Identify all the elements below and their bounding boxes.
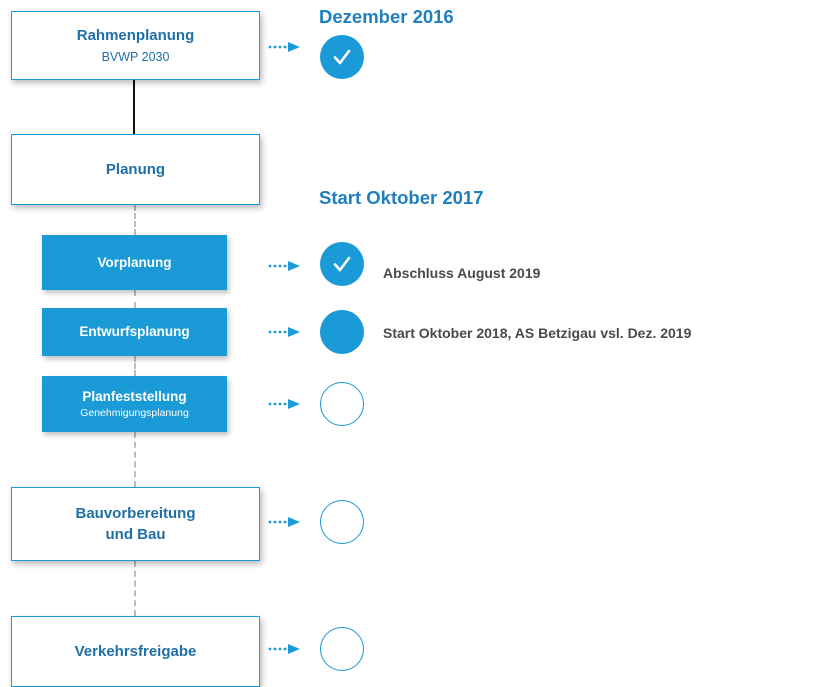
- connector-dashed: [134, 356, 136, 376]
- dotted-arrow-icon: [268, 644, 300, 654]
- dotted-arrow-icon: [268, 42, 300, 52]
- dotted-arrow-icon: [268, 327, 300, 337]
- note-entwurfsplanung: Start Oktober 2018, AS Betzigau vsl. Dez…: [383, 325, 692, 341]
- check-icon: [333, 49, 351, 65]
- note-vorplanung: Abschluss August 2019: [383, 265, 541, 281]
- stage-subtitle: BVWP 2030: [101, 50, 170, 64]
- connector-dashed: [134, 290, 136, 308]
- stage-bau: Bauvorbereitung und Bau: [11, 487, 260, 561]
- status-open-verkehrsfreigabe: [320, 627, 364, 671]
- status-open-planfeststellung: [320, 382, 364, 426]
- stage-planung: Planung: [11, 134, 260, 205]
- stage-entwurfsplanung: Entwurfsplanung: [42, 308, 227, 356]
- planning-process-diagram: Rahmenplanung BVWP 2030 Planung Vorplanu…: [0, 0, 827, 687]
- stage-title-line1: Bauvorbereitung: [75, 505, 196, 522]
- connector-dashed: [134, 561, 136, 616]
- stage-title: Vorplanung: [97, 254, 172, 270]
- date-start-oktober-2017: Start Oktober 2017: [319, 187, 484, 208]
- stage-rahmenplanung: Rahmenplanung BVWP 2030: [11, 11, 260, 80]
- status-in-progress-entwurfsplanung: [320, 310, 364, 354]
- connector-dashed: [134, 432, 136, 487]
- stage-title: Rahmenplanung: [76, 27, 195, 44]
- dotted-arrow-icon: [268, 517, 300, 527]
- stage-title: Planung: [105, 161, 166, 178]
- stage-verkehrsfreigabe: Verkehrsfreigabe: [11, 616, 260, 687]
- stage-title: Planfeststellung: [82, 389, 187, 404]
- dotted-arrow-icon: [268, 399, 300, 409]
- date-dezember-2016: Dezember 2016: [319, 6, 454, 27]
- stage-title-line2: und Bau: [105, 526, 166, 543]
- check-icon: [333, 256, 351, 272]
- dotted-arrow-icon: [268, 261, 300, 271]
- status-open-bau: [320, 500, 364, 544]
- stage-subtitle: Genehmigungsplanung: [80, 407, 189, 419]
- connector-solid: [133, 79, 135, 134]
- status-done-vorplanung: [320, 242, 364, 286]
- stage-title: Verkehrsfreigabe: [74, 643, 197, 660]
- status-done-rahmenplanung: [320, 35, 364, 79]
- stage-vorplanung: Vorplanung: [42, 235, 227, 290]
- connector-dashed: [134, 205, 136, 235]
- stage-planfeststellung: Planfeststellung Genehmigungsplanung: [42, 376, 227, 432]
- stage-title: Entwurfsplanung: [79, 324, 190, 339]
